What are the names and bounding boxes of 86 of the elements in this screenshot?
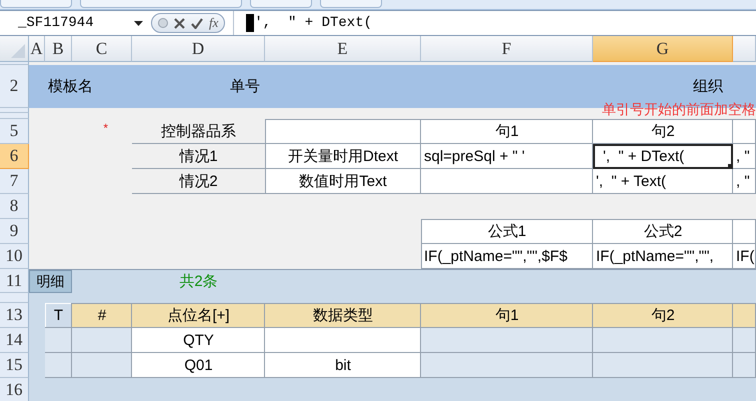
table-cell[interactable]: QTY [132, 328, 265, 353]
column-header[interactable]: A [29, 36, 45, 62]
row-header[interactable]: 7 [0, 169, 29, 194]
enter-icon[interactable] [191, 18, 203, 28]
row-header[interactable]: 15 [0, 353, 29, 378]
ribbon-button[interactable] [80, 0, 242, 8]
column-header[interactable]: G [593, 36, 733, 62]
table-header: 公式1 [421, 219, 593, 244]
record-count: 共2条 [179, 272, 218, 290]
triangle-icon [11, 44, 25, 58]
column-heading: 句1 [421, 303, 593, 328]
ribbon-button[interactable] [250, 0, 312, 8]
organization-label: 组织 [693, 77, 723, 96]
row-header[interactable]: 2 [0, 65, 29, 108]
table-cell [72, 328, 132, 353]
row-header[interactable]: 5 [0, 119, 29, 144]
column-header[interactable]: F [421, 36, 593, 62]
caret-icon[interactable] [134, 20, 143, 26]
table-cell[interactable]: 数值时用Text [265, 169, 421, 194]
row-header[interactable]: 13 [0, 303, 29, 328]
column-header[interactable]: B [45, 36, 72, 62]
column-heading [733, 303, 756, 328]
row-header[interactable]: 6 [0, 144, 29, 169]
table-cell: 控制器品系 [132, 119, 265, 144]
table-cell[interactable] [593, 328, 733, 353]
required-mark: * [103, 121, 108, 135]
row-header[interactable]: 11 [0, 269, 29, 293]
order-number-label: 单号 [229, 77, 261, 96]
table-cell[interactable] [421, 169, 593, 194]
table-cell: 情况1 [132, 144, 265, 169]
table-header: 句1 [421, 119, 593, 144]
row-header[interactable] [0, 113, 29, 119]
formula-cell[interactable]: IF( [733, 244, 756, 269]
table-cell[interactable]: bit [265, 353, 421, 378]
table-cell[interactable] [733, 353, 756, 378]
table-cell[interactable]: ', " + DText( [593, 144, 733, 169]
cancel-icon[interactable] [174, 18, 185, 28]
row-header[interactable] [0, 108, 29, 113]
formula-cell[interactable]: IF(_ptName="","", [593, 244, 733, 269]
table-cell [45, 328, 72, 353]
row-header[interactable]: 16 [0, 378, 29, 401]
column-heading: T [45, 303, 72, 328]
table-cell[interactable]: , " [733, 169, 756, 194]
table-cell[interactable] [733, 328, 756, 353]
table-cell[interactable]: Q01 [132, 353, 265, 378]
column-header[interactable]: E [265, 36, 421, 62]
column-heading: 数据类型 [265, 303, 421, 328]
dot-icon [158, 18, 168, 28]
ribbon-button[interactable] [320, 0, 382, 8]
table-cell [45, 353, 72, 378]
ribbon-button[interactable] [0, 0, 72, 8]
table-header [733, 219, 756, 244]
column-header[interactable] [733, 36, 756, 62]
table-cell[interactable]: ', " + Text( [593, 169, 733, 194]
input-field[interactable] [265, 119, 421, 144]
table-cell[interactable] [421, 353, 593, 378]
note-text: 单引号开始的前面加空格 [602, 102, 756, 117]
formula-input[interactable]: ', " + DText( [233, 11, 372, 35]
name-box[interactable]: _SF117944 [0, 15, 130, 31]
row-header[interactable]: 9 [0, 219, 29, 244]
table-cell[interactable]: 开关量时用Dtext [265, 144, 421, 169]
table-cell[interactable] [265, 328, 421, 353]
column-heading: 点位名[+] [132, 303, 265, 328]
select-all-button[interactable] [0, 36, 29, 62]
row-header[interactable]: 8 [0, 194, 29, 219]
table-cell [72, 353, 132, 378]
table-cell[interactable] [593, 353, 733, 378]
row-header[interactable]: 14 [0, 328, 29, 353]
column-header[interactable]: C [72, 36, 132, 62]
template-name-label: 模板名 [47, 77, 94, 96]
row-header[interactable]: 10 [0, 244, 29, 269]
row-header[interactable] [0, 62, 29, 65]
row-header[interactable] [0, 293, 29, 303]
formula-cell[interactable]: IF(_ptName="","",$F$ [421, 244, 593, 269]
column-heading: # [72, 303, 132, 328]
table-cell[interactable]: , " [733, 144, 756, 169]
insert-function-button[interactable]: fx [209, 15, 218, 31]
table-header: 句2 [593, 119, 733, 144]
column-heading: 句2 [593, 303, 733, 328]
detail-tab[interactable]: 明细 [29, 270, 72, 293]
table-cell[interactable] [421, 328, 593, 353]
table-header [733, 119, 756, 144]
table-header: 公式2 [593, 219, 733, 244]
column-header[interactable]: D [132, 36, 265, 62]
table-cell[interactable]: sql=preSql + " ' [421, 144, 593, 169]
table-cell: 情况2 [132, 169, 265, 194]
